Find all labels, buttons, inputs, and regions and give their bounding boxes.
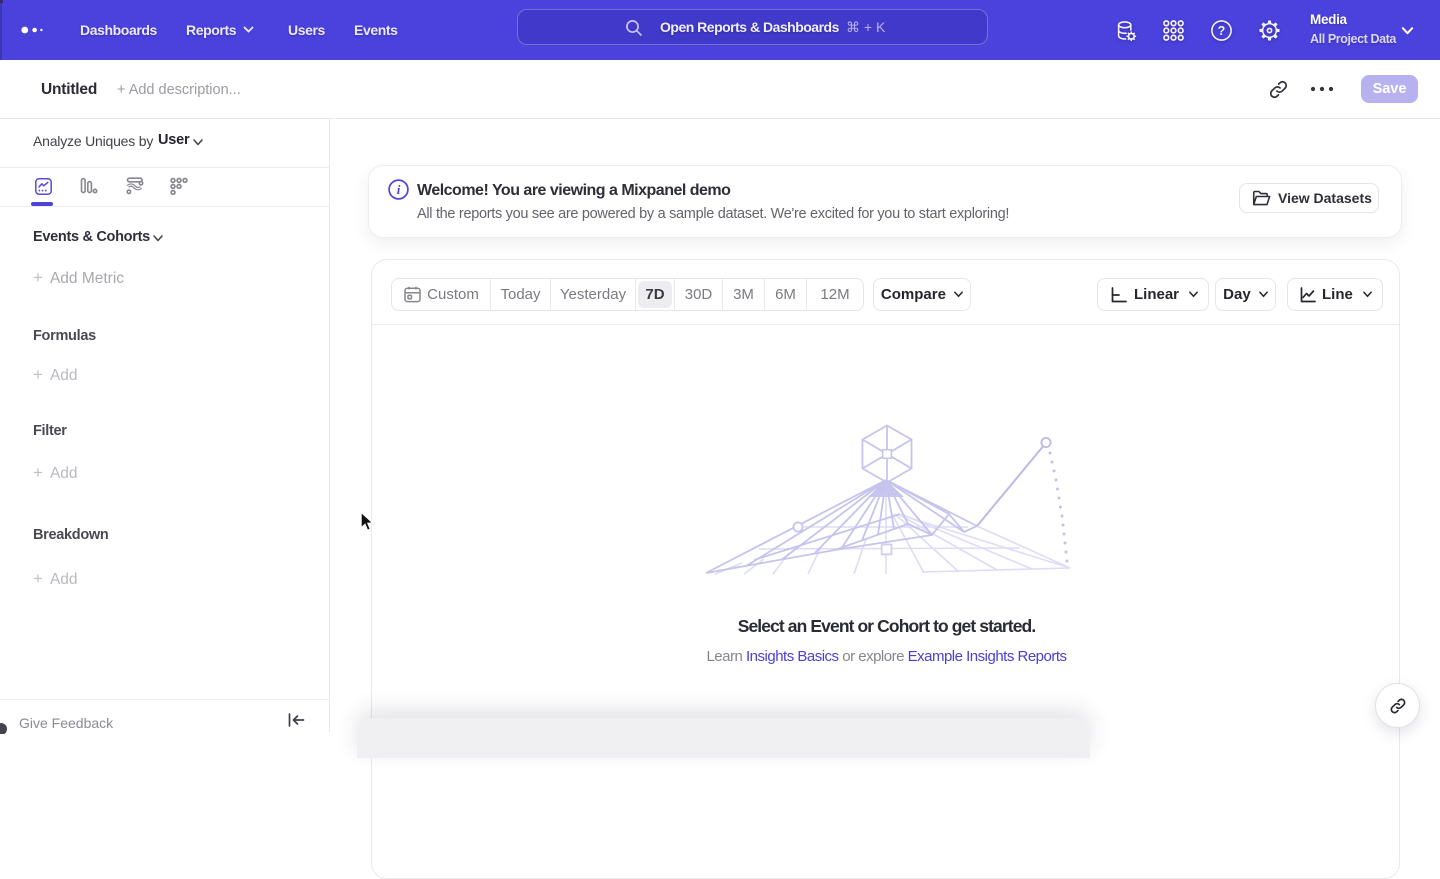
svg-text:i: i	[397, 182, 401, 197]
svg-text:?: ?	[1218, 24, 1226, 38]
